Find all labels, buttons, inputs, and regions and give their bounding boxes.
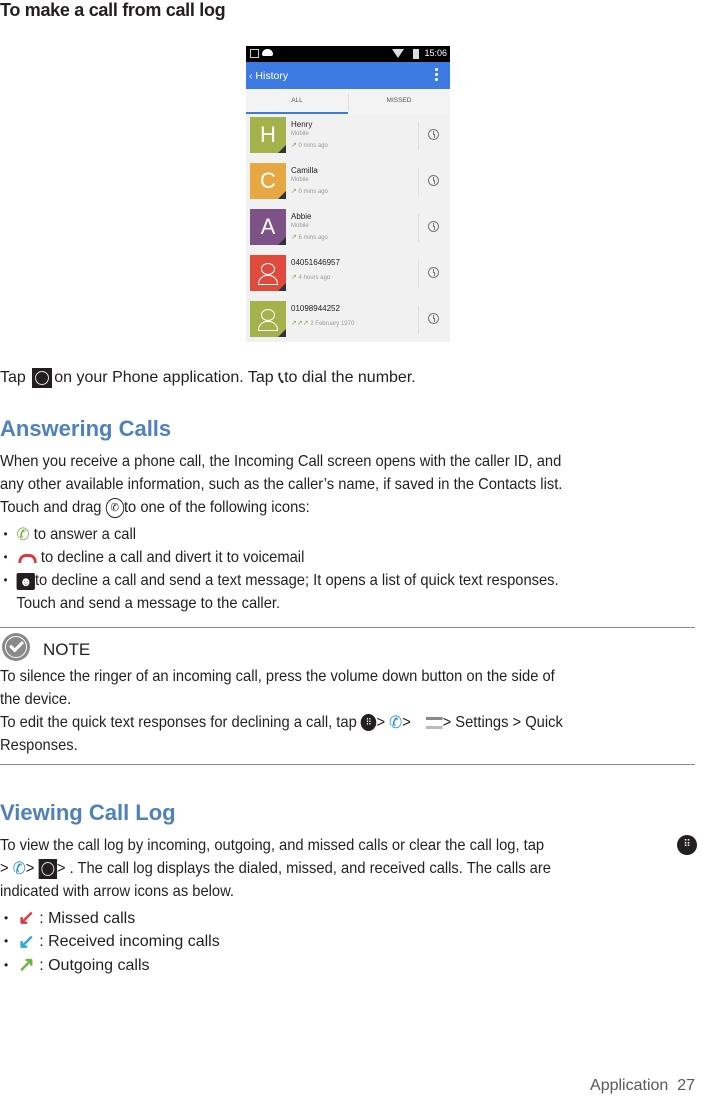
note-label: NOTE xyxy=(43,640,91,659)
tap-instruction: Tap on your Phone application. Tap 📞︎to … xyxy=(0,367,416,388)
viewing-para: To view the call log by incoming, outgoi… xyxy=(0,837,551,901)
app-bar: ‹ History xyxy=(246,62,450,89)
answer-options-list: • ✆ to answer a call • to decline a call… xyxy=(0,523,559,615)
status-time: 15:06 xyxy=(424,48,447,58)
call-time: ↗↗↗ 2 February 1970 xyxy=(291,320,355,327)
outgoing-arrow-icon: ↗ xyxy=(291,234,297,241)
phone-circle-icon: ✆ xyxy=(105,497,124,518)
number-type: Mobile xyxy=(291,131,309,137)
battery-icon xyxy=(413,49,419,59)
outgoing-arrow-icon: ↗↗↗ xyxy=(291,320,309,327)
call-details-clock-icon[interactable] xyxy=(428,267,439,278)
wifi-icon xyxy=(392,49,404,58)
bullet-dot: • xyxy=(3,550,8,565)
heading-make-call: To make a call from call log xyxy=(0,0,226,20)
received-arrow-icon: ↙ xyxy=(18,930,35,953)
call-details-clock-icon[interactable] xyxy=(428,221,439,232)
call-log-entry[interactable]: C Camilla Mobile ↗ 0 mins ago xyxy=(246,160,450,207)
row-divider xyxy=(418,306,419,334)
note-top-rule xyxy=(0,627,695,628)
person-placeholder-icon xyxy=(261,309,275,321)
status-bar: 15:06 xyxy=(246,46,450,62)
bullet-decline: • to decline a call and divert it to voi… xyxy=(0,546,559,569)
legend-outgoing: • ↗ : Outgoing calls xyxy=(4,953,150,976)
message-smiley-icon: ☻ xyxy=(16,572,35,590)
missed-arrow-icon: ↙ xyxy=(18,907,35,930)
call-time: ↗ 4 hours ago xyxy=(291,274,331,281)
blue-phone-icon: ✆ xyxy=(12,859,26,879)
row-divider xyxy=(418,214,419,242)
back-history-button[interactable]: ‹ History xyxy=(249,70,288,82)
contact-avatar: H xyxy=(250,117,286,153)
tab-missed[interactable]: MISSED xyxy=(348,97,450,104)
contact-avatar: C xyxy=(250,163,286,199)
bullet-dot: • xyxy=(4,934,9,949)
bullet-message: • ☻ to decline a call and send a text mes… xyxy=(0,569,559,592)
page-number: 27 xyxy=(677,1077,695,1094)
outgoing-arrow-icon: ↗ xyxy=(18,953,35,976)
row-divider xyxy=(418,260,419,288)
call-log-entry[interactable]: 04051646957 ↗ 4 hours ago xyxy=(246,252,450,299)
contact-avatar xyxy=(250,301,286,337)
call-time: ↗ 0 mins ago xyxy=(291,142,328,149)
caller-name: 01098944252 xyxy=(291,304,340,313)
caller-name: 04051646957 xyxy=(291,258,340,267)
cloud-upload-icon xyxy=(262,49,273,56)
red-hangup-icon xyxy=(18,553,37,563)
check-note-icon xyxy=(2,633,30,661)
blue-phone-icon: ✆ xyxy=(389,713,403,733)
apps-icon: ⠿ xyxy=(360,714,377,732)
clock-history-icon xyxy=(38,858,57,879)
call-log-entry[interactable]: H Henry Mobile ↗ 0 mins ago xyxy=(246,114,450,161)
outgoing-arrow-icon: ↗ xyxy=(291,188,297,195)
answering-calls-heading: Answering Calls xyxy=(0,416,172,441)
green-phone-icon: ✆ xyxy=(16,525,30,545)
tab-all[interactable]: ALL xyxy=(246,97,348,104)
note-body: To silence the ringer of an incoming cal… xyxy=(0,668,563,755)
contact-avatar xyxy=(250,255,286,291)
call-time: ↗ 6 mins ago xyxy=(291,234,328,241)
footer-section: Application xyxy=(590,1077,669,1094)
answering-para: When you receive a phone call, the Incom… xyxy=(0,453,563,518)
caller-name: Henry xyxy=(291,120,313,129)
number-type: Mobile xyxy=(291,177,309,183)
call-log-entry[interactable]: A Abbie Mobile ↗ 6 mins ago xyxy=(246,206,450,253)
row-divider xyxy=(418,122,419,150)
call-log-entry[interactable]: 01098944252 ↗↗↗ 2 February 1970 xyxy=(246,298,450,342)
row-divider xyxy=(418,168,419,196)
outgoing-arrow-icon: ↗ xyxy=(291,142,297,149)
call-details-clock-icon[interactable] xyxy=(428,129,439,140)
call-details-clock-icon[interactable] xyxy=(428,175,439,186)
bullet-dot: • xyxy=(3,527,8,541)
arrow-legend: • ↙ : Missed calls • ↙ : Received incomi… xyxy=(0,907,220,977)
apps-icon: ⠿ xyxy=(677,835,697,855)
note-bottom-rule xyxy=(0,764,695,765)
bullet-dot: • xyxy=(4,957,9,972)
viewing-call-log-heading: Viewing Call Log xyxy=(0,800,176,825)
number-type: Mobile xyxy=(291,223,309,229)
legend-received: • ↙ : Received incoming calls xyxy=(4,930,220,953)
person-placeholder-icon xyxy=(261,263,275,275)
caller-name: Abbie xyxy=(291,212,312,221)
call-time: ↗ 0 mins ago xyxy=(291,188,328,195)
caller-name: Camilla xyxy=(291,166,318,175)
legend-missed: • ↙ : Missed calls xyxy=(4,907,136,930)
bullet-dot: • xyxy=(4,911,9,925)
bullet-message-cont: Touch and send a message to the caller. xyxy=(16,595,281,613)
outgoing-arrow-icon: ↗ xyxy=(291,274,297,281)
call-details-clock-icon[interactable] xyxy=(428,313,439,324)
overflow-menu-icon[interactable] xyxy=(435,68,438,83)
menu-icon xyxy=(426,716,443,729)
tab-bar: ALL MISSED xyxy=(246,89,450,115)
clock-history-icon xyxy=(32,367,53,388)
bullet-answer: • ✆ to answer a call xyxy=(0,523,559,546)
image-notification-icon xyxy=(250,49,259,58)
bullet-dot: • xyxy=(3,573,8,588)
contact-avatar: A xyxy=(250,209,286,245)
page-footer: Application 27 xyxy=(590,1077,695,1095)
phone-screenshot: 15:06 ‹ History ALL MISSED H Henry Mobile ↗… xyxy=(246,46,450,342)
